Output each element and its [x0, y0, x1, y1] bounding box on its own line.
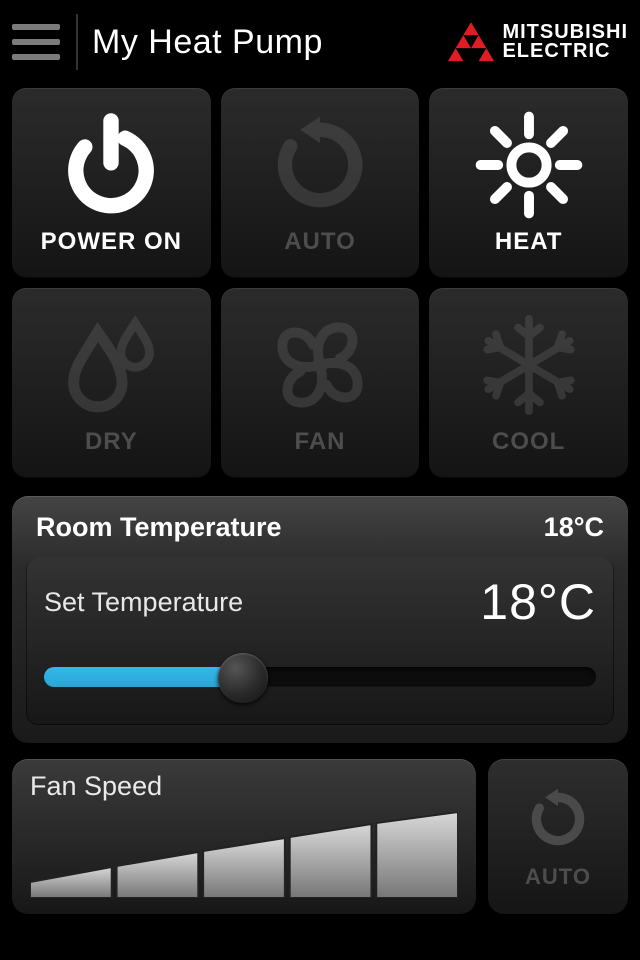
- fan-auto-button[interactable]: AUTO: [488, 759, 628, 914]
- auto-mode-label: AUTO: [284, 228, 356, 256]
- refresh-icon: [522, 783, 594, 860]
- dry-mode-label: DRY: [85, 428, 138, 456]
- room-temp-label: Room Temperature: [36, 512, 282, 543]
- slider-fill: [44, 667, 243, 687]
- heat-mode-label: HEAT: [495, 228, 563, 256]
- page-title: My Heat Pump: [92, 23, 448, 62]
- menu-button[interactable]: [12, 18, 66, 66]
- fan-speed-panel[interactable]: Fan Speed: [12, 759, 476, 914]
- temperature-panel: Room Temperature 18°C Set Temperature 18…: [12, 496, 628, 743]
- cool-mode-label: COOL: [492, 428, 565, 456]
- room-temp-value: 18°C: [544, 512, 604, 543]
- header-divider: [76, 14, 78, 70]
- fan-mode-button[interactable]: FAN: [221, 288, 420, 478]
- droplet-icon: [56, 310, 166, 420]
- mitsubishi-logo-icon: [448, 22, 494, 62]
- set-temp-value: 18°C: [480, 573, 596, 631]
- power-icon: [56, 110, 166, 220]
- auto-mode-button[interactable]: AUTO: [221, 88, 420, 278]
- fan-speed-label: Fan Speed: [30, 771, 458, 802]
- power-button[interactable]: POWER ON: [12, 88, 211, 278]
- power-label: POWER ON: [41, 228, 182, 256]
- refresh-icon: [265, 110, 375, 220]
- fan-mode-label: FAN: [294, 428, 345, 456]
- set-temp-label: Set Temperature: [44, 587, 243, 618]
- dry-mode-button[interactable]: DRY: [12, 288, 211, 478]
- set-temp-card: Set Temperature 18°C: [26, 557, 614, 725]
- cool-mode-button[interactable]: COOL: [429, 288, 628, 478]
- snowflake-icon: [474, 310, 584, 420]
- slider-thumb[interactable]: [218, 653, 268, 703]
- brand-text-line2: ELECTRIC: [502, 42, 628, 61]
- brand-logo: MITSUBISHI ELECTRIC: [448, 22, 628, 62]
- sun-icon: [474, 110, 584, 220]
- heat-mode-button[interactable]: HEAT: [429, 88, 628, 278]
- fan-auto-label: AUTO: [525, 864, 591, 890]
- fan-icon: [265, 310, 375, 420]
- fan-speed-bars: [30, 812, 458, 898]
- temperature-slider[interactable]: [44, 649, 596, 701]
